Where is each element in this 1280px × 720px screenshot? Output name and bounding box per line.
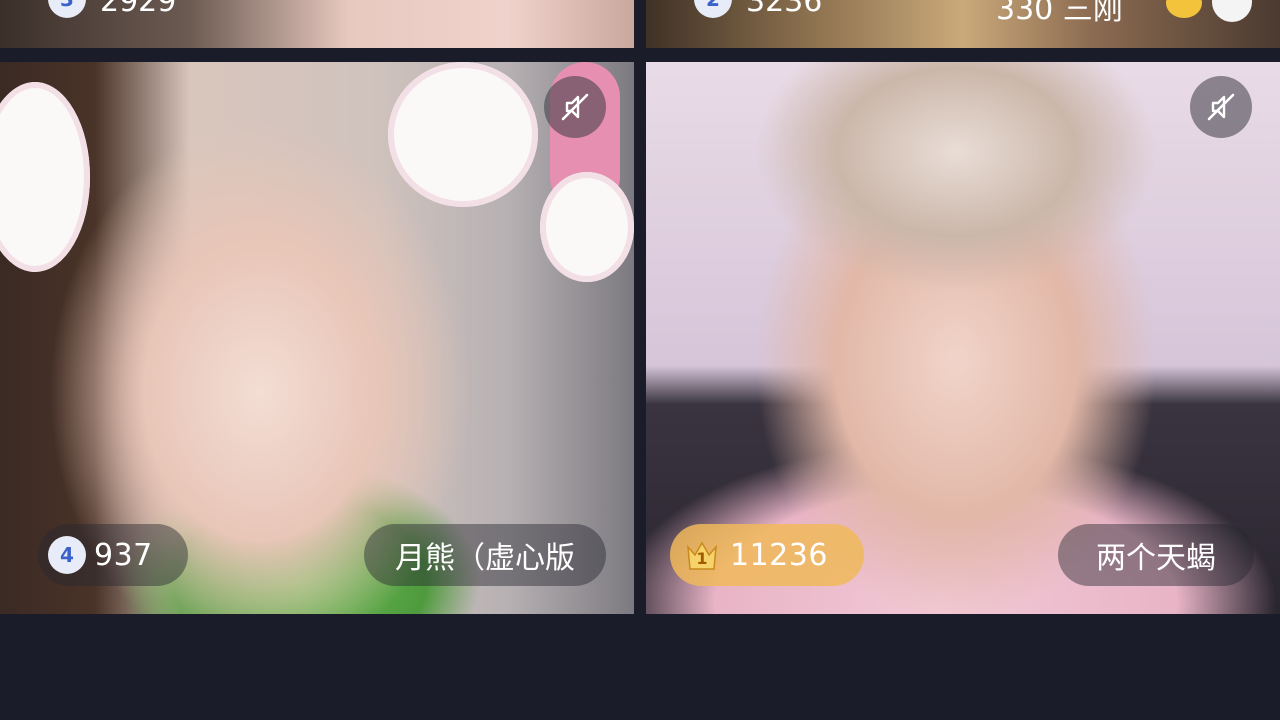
video-tile-top-right[interactable]: 2 3236 330 三刚 bbox=[646, 0, 1280, 48]
video-tile-bottom-left[interactable]: 4 937 月熊（虚心版 bbox=[0, 62, 634, 614]
streamer-name: 月熊（虚心版 bbox=[395, 541, 575, 576]
video-tile-top-left[interactable]: 3 2929 bbox=[0, 0, 634, 48]
viewer-count: 3236 bbox=[746, 0, 823, 19]
streamer-name-badge[interactable]: 月熊（虚心版 bbox=[364, 524, 606, 586]
rank-badge-icon: 2 bbox=[694, 0, 732, 18]
viewer-count-badge: 1 11236 bbox=[670, 524, 864, 586]
crown-rank: 1 bbox=[696, 549, 708, 568]
streamer-name-badge[interactable]: 两个天蝎 bbox=[1058, 524, 1254, 586]
mute-button[interactable] bbox=[544, 76, 606, 138]
follow-icon[interactable] bbox=[1212, 0, 1252, 22]
crown-icon: 1 bbox=[682, 535, 722, 575]
heart-icon bbox=[1166, 0, 1202, 18]
mute-icon bbox=[1207, 93, 1235, 121]
viewer-count: 937 bbox=[94, 537, 153, 573]
bunny-ear-right bbox=[388, 62, 538, 207]
viewer-count-badge: 4 937 bbox=[38, 524, 188, 586]
streamer-name: 两个天蝎 bbox=[1096, 541, 1216, 576]
video-tile-bottom-right[interactable]: 1 11236 两个天蝎 bbox=[646, 62, 1280, 614]
bunny-ear-back bbox=[540, 172, 634, 282]
mute-button[interactable] bbox=[1190, 76, 1252, 138]
viewer-count: 11236 bbox=[730, 537, 828, 573]
rank-badge-icon: 3 bbox=[48, 0, 86, 18]
streamer-name: 330 三刚 bbox=[996, 0, 1123, 27]
bottom-bar bbox=[0, 614, 1280, 720]
viewer-count: 2929 bbox=[100, 0, 177, 19]
mute-icon bbox=[561, 93, 589, 121]
bunny-ear-left bbox=[0, 82, 90, 272]
rank-badge-icon: 4 bbox=[48, 536, 86, 574]
